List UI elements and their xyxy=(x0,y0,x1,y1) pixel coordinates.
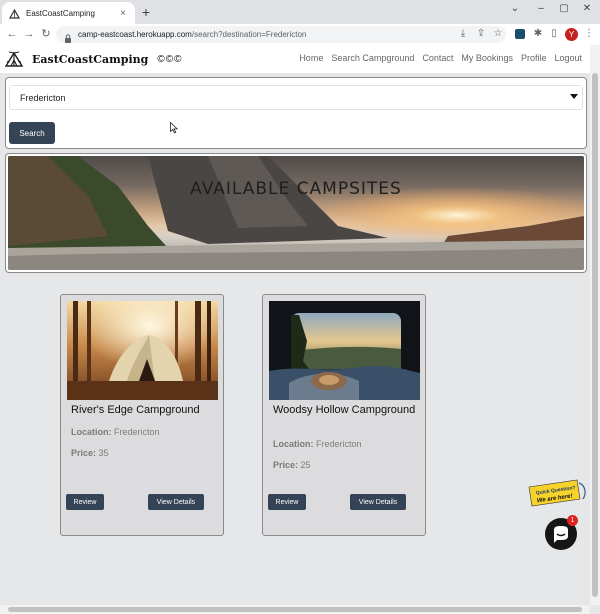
side-panel-icon[interactable]: ▯ xyxy=(548,28,560,40)
review-button[interactable]: Review xyxy=(66,494,104,510)
extension-icon[interactable] xyxy=(515,29,525,39)
location-value: Fredericton xyxy=(316,439,362,449)
location-label: Location: xyxy=(71,427,112,437)
destination-select[interactable]: Fredericton xyxy=(9,85,583,110)
close-window-button[interactable]: ✕ xyxy=(580,3,594,14)
chat-unread-badge: 1 xyxy=(567,515,578,526)
location-label: Location: xyxy=(273,439,314,449)
horizontal-scrollbar[interactable] xyxy=(0,605,590,614)
reload-button[interactable]: ↻ xyxy=(39,27,53,41)
campground-location: Location: Fredericton xyxy=(71,427,160,437)
price-value: 35 xyxy=(98,448,109,458)
browser-toolbar: ← → ↻ camp-eastcoast.herokuapp.com/searc… xyxy=(0,24,600,45)
tab-title: EastCoastCamping xyxy=(26,8,95,18)
caret-down-icon xyxy=(566,94,582,101)
horizontal-scroll-thumb[interactable] xyxy=(8,607,582,612)
campground-price: Price: 25 xyxy=(273,460,311,470)
hero-title: AVAILABLE CAMPSITES xyxy=(190,179,402,199)
vertical-scrollbar[interactable] xyxy=(590,45,600,605)
campground-location: Location: Fredericton xyxy=(273,439,362,449)
nav-link-home[interactable]: Home xyxy=(299,53,323,63)
bookmark-star-icon[interactable]: ☆ xyxy=(492,28,504,40)
campground-image xyxy=(269,301,420,400)
browser-menu-icon[interactable]: ⋮ xyxy=(583,28,595,40)
share-icon[interactable]: ⇪ xyxy=(475,28,487,40)
brand-name: EastCoastCamping xyxy=(32,52,149,66)
forward-button[interactable]: → xyxy=(22,27,36,41)
nav-link-profile[interactable]: Profile xyxy=(521,53,547,63)
nav-link-search-campground[interactable]: Search Campground xyxy=(331,53,414,63)
page-viewport: EastCoastCamping ©©© Home Search Campgro… xyxy=(0,45,590,605)
vertical-scroll-thumb[interactable] xyxy=(592,73,598,597)
review-button[interactable]: Review xyxy=(268,494,306,510)
tab-search-icon[interactable]: ⌄ xyxy=(508,3,522,14)
hero-landscape xyxy=(8,156,584,270)
price-label: Price: xyxy=(273,460,299,470)
lock-icon xyxy=(64,30,72,43)
url-host: camp-eastcoast.herokuapp.com xyxy=(78,30,192,39)
hero-image: AVAILABLE CAMPSITES xyxy=(8,156,584,270)
location-value: Fredericton xyxy=(114,427,160,437)
brand-copyright-symbols: ©©© xyxy=(157,53,183,65)
tab-close-icon[interactable]: × xyxy=(117,8,129,19)
browser-chrome: EastCoastCamping × + ⌄ – ▢ ✕ ← → ↻ camp-… xyxy=(0,0,600,45)
mouse-cursor-icon xyxy=(170,121,179,134)
search-button[interactable]: Search xyxy=(9,122,55,144)
nav-link-contact[interactable]: Contact xyxy=(422,53,453,63)
profile-avatar[interactable]: Y xyxy=(565,28,578,41)
tab-favicon-icon xyxy=(8,7,20,19)
tab-strip: EastCoastCamping × + ⌄ – ▢ ✕ xyxy=(0,0,600,24)
url-path: /search?destination=Fredericton xyxy=(191,30,307,39)
search-panel: Fredericton Search xyxy=(5,77,587,149)
nav-links: Home Search Campground Contact My Bookin… xyxy=(299,53,582,63)
minimize-button[interactable]: – xyxy=(534,3,548,14)
maximize-button[interactable]: ▢ xyxy=(557,3,571,14)
url-text: camp-eastcoast.herokuapp.com/search?dest… xyxy=(78,30,306,39)
campground-card: River's Edge Campground Location: Freder… xyxy=(60,294,224,536)
view-details-button[interactable]: View Details xyxy=(350,494,406,510)
install-icon[interactable]: ⤓ xyxy=(457,28,469,40)
back-button[interactable]: ← xyxy=(5,27,19,41)
hero-banner: AVAILABLE CAMPSITES xyxy=(5,153,587,273)
campground-image xyxy=(67,301,218,400)
site-navbar: EastCoastCamping ©©© Home Search Campgro… xyxy=(0,45,590,73)
nav-link-logout[interactable]: Logout xyxy=(554,53,582,63)
address-bar[interactable]: camp-eastcoast.herokuapp.com/search?dest… xyxy=(56,26,506,43)
quick-question-badge[interactable]: Quick Question? We are here! xyxy=(527,477,587,509)
campground-card: Woodsy Hollow Campground Location: Frede… xyxy=(262,294,426,536)
price-label: Price: xyxy=(71,448,97,458)
tent-logo-icon xyxy=(4,50,24,68)
price-value: 25 xyxy=(300,460,311,470)
campground-price: Price: 35 xyxy=(71,448,109,458)
campground-name: River's Edge Campground xyxy=(71,404,200,416)
campground-name: Woodsy Hollow Campground xyxy=(273,404,416,416)
nav-link-my-bookings[interactable]: My Bookings xyxy=(461,53,513,63)
extensions-puzzle-icon[interactable]: ✱ xyxy=(532,28,544,40)
new-tab-button[interactable]: + xyxy=(139,5,153,19)
brand[interactable]: EastCoastCamping ©©© xyxy=(4,50,183,68)
browser-tab[interactable]: EastCoastCamping × xyxy=(2,2,135,24)
view-details-button[interactable]: View Details xyxy=(148,494,204,510)
destination-select-value: Fredericton xyxy=(20,92,66,103)
